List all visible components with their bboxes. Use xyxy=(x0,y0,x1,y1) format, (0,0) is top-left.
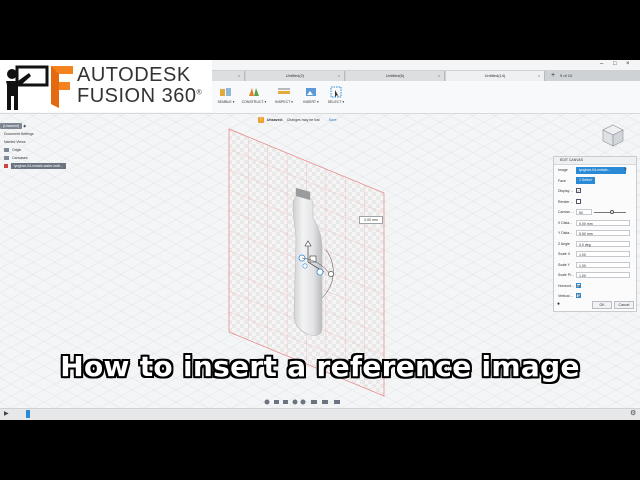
scale-y-row: Scale Y 1.00 xyxy=(554,260,636,271)
distance-input[interactable]: 0.00 mm xyxy=(359,216,383,224)
browser-item-origin[interactable]: Origin xyxy=(0,146,80,154)
render-checkbox[interactable] xyxy=(576,198,581,204)
ok-button[interactable]: OK xyxy=(592,301,612,309)
tab-untitled-6[interactable]: Untitled(6) × xyxy=(346,71,445,81)
warning-icon: ! xyxy=(258,117,264,124)
folder-icon xyxy=(4,148,9,153)
look-at-icon[interactable] xyxy=(274,400,279,404)
measure-icon xyxy=(278,88,290,94)
edit-canvas-panel: EDIT CANVAS Image lynghse-04-metalx... × F… xyxy=(553,156,637,312)
teacher-icon xyxy=(6,65,49,110)
panel-title: EDIT CANVAS xyxy=(554,157,636,165)
branding-overlay: AUTODESK FUSION 360® xyxy=(0,60,212,112)
insert-image-icon xyxy=(306,88,316,96)
panel-footer: ● OK Cancel xyxy=(554,300,636,309)
y-distance-row: Y Dista... 5.50 mm xyxy=(554,228,636,239)
x-distance-row: X Dista... 0.00 mm xyxy=(554,218,636,229)
browser-root[interactable]: (Unsaved) ◉ xyxy=(0,122,80,130)
eye-icon[interactable]: ◉ xyxy=(23,124,26,128)
face-row: Face 1 Select xyxy=(554,176,636,187)
face-select-button[interactable]: 1 Select xyxy=(576,177,595,184)
image-row: Image lynghse-04-metalx... × xyxy=(558,166,627,174)
horizontal-flip-icon[interactable]: ⇆ xyxy=(576,282,581,288)
browser-item-canvas-image[interactable]: lynghse-04-metalx-water-bottl... xyxy=(0,162,80,170)
minimize-icon[interactable]: – xyxy=(600,61,603,67)
vertical-flip-icon[interactable]: ⇅ xyxy=(576,293,581,298)
scale-plane-input[interactable]: 1.00 xyxy=(576,272,630,278)
pan-icon[interactable] xyxy=(283,400,288,404)
viewports-icon[interactable] xyxy=(334,400,340,404)
cancel-button[interactable]: Cancel xyxy=(614,301,634,309)
assemble-icon xyxy=(220,88,231,96)
construct-icon xyxy=(249,88,259,96)
orbit-icon[interactable] xyxy=(264,399,270,405)
timeline-marker[interactable] xyxy=(26,410,30,418)
tab-untitled-14[interactable]: Untitled(14) × xyxy=(446,71,545,81)
scale-x-input[interactable]: 1.00 xyxy=(576,251,630,257)
select-menu[interactable]: SELECT ▾ xyxy=(322,86,350,112)
close-icon[interactable]: × xyxy=(438,71,440,81)
y-distance-input[interactable]: 5.50 mm xyxy=(576,230,630,236)
zoom-icon[interactable] xyxy=(292,399,298,405)
image-select-button[interactable]: lynghse-04-metalx... xyxy=(576,166,626,174)
grid-settings-icon[interactable] xyxy=(322,400,328,404)
play-icon[interactable]: ▶ xyxy=(4,410,9,417)
brand-line-2: FUSION 360® xyxy=(77,85,203,107)
browser-item-canvases[interactable]: Canvases xyxy=(0,154,80,162)
brand-line-1: AUTODESK xyxy=(77,64,191,86)
timeline-bar: ▶ ⚙ xyxy=(0,408,640,420)
z-angle-row: Z Angle 0.0 deg xyxy=(554,239,636,250)
opacity-row: Canvas ... 50 xyxy=(554,207,636,218)
gear-icon[interactable]: ⚙ xyxy=(630,409,636,417)
navigation-bar xyxy=(264,399,340,405)
browser-panel: (Unsaved) ◉ Document Settings Named View… xyxy=(0,122,80,182)
close-icon[interactable]: × xyxy=(238,71,240,81)
tab-count: 9 of 10 xyxy=(560,73,573,78)
image-icon xyxy=(4,164,8,169)
scale-x-row: Scale X 1.00 xyxy=(554,249,636,260)
opacity-input[interactable]: 50 xyxy=(576,209,592,215)
info-icon[interactable]: ● xyxy=(557,301,560,307)
scale-y-input[interactable]: 1.00 xyxy=(576,261,630,268)
x-distance-input[interactable]: 0.00 mm xyxy=(576,219,630,226)
horizontal-flip-row: Horizont... ⇆ xyxy=(558,282,581,288)
z-angle-input[interactable]: 0.0 deg xyxy=(576,240,630,247)
fusion-logo-icon xyxy=(51,66,73,108)
render-row: Render ... xyxy=(554,197,636,208)
insert-menu[interactable]: INSERT ▾ xyxy=(297,86,325,112)
video-caption: How to insert a reference image xyxy=(60,350,580,383)
assemble-menu[interactable]: SEMBLE ▾ xyxy=(212,86,240,112)
close-window-icon[interactable]: × xyxy=(626,61,630,67)
browser-item-named-views[interactable]: Named Views xyxy=(0,138,80,146)
display-checkbox[interactable]: ✓ xyxy=(576,188,581,193)
close-icon[interactable]: × xyxy=(338,71,340,81)
close-icon[interactable]: × xyxy=(624,167,627,173)
construct-menu[interactable]: CONSTRUCT ▾ xyxy=(240,86,268,112)
browser-item-document-settings[interactable]: Document Settings xyxy=(0,130,80,138)
scale-plane-row: Scale Pl... 1.00 xyxy=(554,270,636,281)
save-link[interactable]: Save xyxy=(329,118,337,122)
select-icon xyxy=(330,86,342,98)
view-cube[interactable] xyxy=(600,122,626,148)
display-settings-icon[interactable] xyxy=(311,400,317,404)
slider-handle[interactable] xyxy=(609,210,614,214)
folder-icon xyxy=(4,156,9,161)
display-row: Display ... ✓ xyxy=(558,188,581,193)
inspect-menu[interactable]: INSPECT ▾ xyxy=(270,86,298,112)
unsaved-warning: ! Unsaved: Changes may be lost Save xyxy=(258,116,353,124)
close-icon[interactable]: × xyxy=(538,71,540,81)
maximize-icon[interactable]: □ xyxy=(613,61,617,67)
new-tab-icon[interactable]: + xyxy=(551,71,555,81)
fit-icon[interactable] xyxy=(300,399,306,405)
tab-untitled-2[interactable]: Untitled(2) × xyxy=(246,71,345,81)
